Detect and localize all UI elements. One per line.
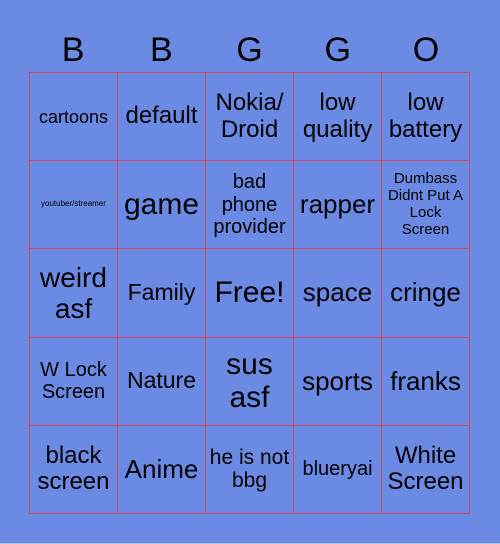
bingo-cell[interactable]: rapper xyxy=(294,161,382,250)
bingo-cell[interactable]: blueryai xyxy=(294,425,382,514)
header-letter: G xyxy=(236,31,263,69)
header-letter: O xyxy=(412,31,440,69)
bingo-cell[interactable]: W Lock Screen xyxy=(30,337,118,426)
bingo-card-grid: cartoons default Nokia/ Droid low quality lo… xyxy=(29,72,470,514)
bingo-cell[interactable]: game xyxy=(118,161,206,250)
bingo-cell[interactable]: franks xyxy=(382,337,470,426)
bingo-cell[interactable]: sus asf xyxy=(206,337,294,426)
bingo-cell[interactable]: he is not bbg xyxy=(206,425,294,514)
bingo-cell[interactable]: Family xyxy=(118,249,206,338)
bingo-cell[interactable]: bad phone provider xyxy=(206,161,294,250)
free-space-cell[interactable]: Free! xyxy=(206,249,294,338)
bingo-cell[interactable]: space xyxy=(294,249,382,338)
bingo-cell[interactable]: Anime xyxy=(118,425,206,514)
bingo-cell[interactable]: Nature xyxy=(118,337,206,426)
bingo-cell[interactable]: black screen xyxy=(30,425,118,514)
bingo-cell[interactable]: Dumbass Didnt Put A Lock Screen xyxy=(382,161,470,250)
bingo-cell[interactable]: Nokia/ Droid xyxy=(206,73,294,162)
bingo-cell[interactable]: default xyxy=(118,73,206,162)
bingo-cell[interactable]: cringe xyxy=(382,249,470,338)
bingo-cell[interactable]: youtuber/streamer xyxy=(30,161,118,250)
bingo-cell[interactable]: cartoons xyxy=(30,73,118,162)
header-letter: B xyxy=(61,31,85,69)
bingo-cell[interactable]: sports xyxy=(294,337,382,426)
bingo-cell[interactable]: White Screen xyxy=(382,425,470,514)
bingo-cell[interactable]: weird asf xyxy=(30,249,118,338)
header-letter: B xyxy=(149,31,173,69)
bingo-cell[interactable]: low battery xyxy=(382,73,470,162)
bingo-header: B B G G O xyxy=(29,28,470,73)
bingo-cell[interactable]: low quality xyxy=(294,73,382,162)
header-letter: G xyxy=(324,31,351,69)
